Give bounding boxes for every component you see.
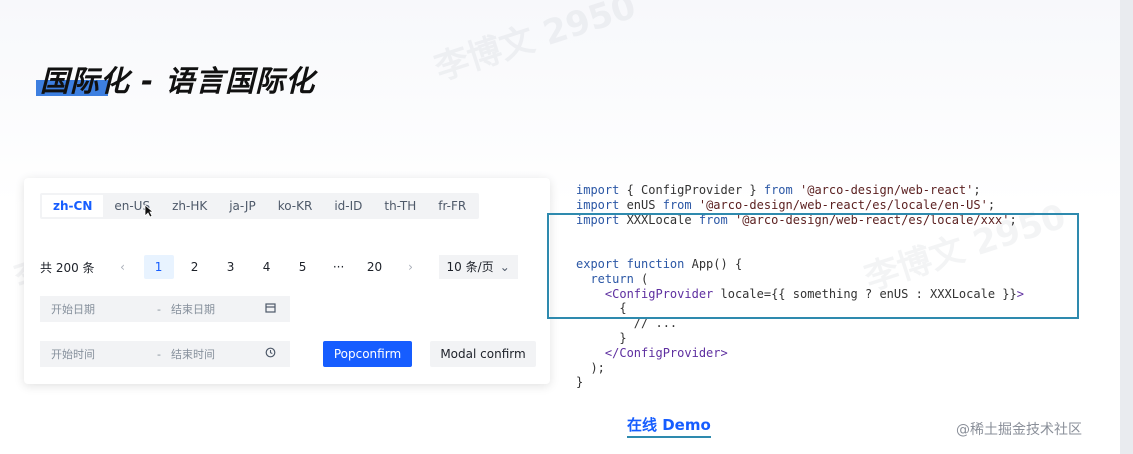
next-page-button[interactable]: ›	[396, 255, 426, 279]
code-token: ;	[973, 183, 981, 197]
page-button[interactable]: 3	[216, 255, 246, 279]
range-separator: -	[157, 302, 161, 316]
page-button[interactable]: 5	[288, 255, 318, 279]
code-line: import enUS from '@arco-design/web-react…	[576, 198, 1024, 213]
page-size-label: 10 条/页	[446, 260, 494, 274]
prev-page-button[interactable]: ‹	[108, 255, 138, 279]
calendar-icon[interactable]	[265, 302, 281, 316]
page-button[interactable]: 20	[360, 255, 390, 279]
code-token: { ConfigProvider }	[619, 183, 764, 197]
popconfirm-button[interactable]: Popconfirm	[323, 341, 412, 367]
range-separator: -	[157, 347, 161, 361]
code-line: import { ConfigProvider } from '@arco-de…	[576, 183, 1024, 198]
pagination-total: 共 200 条	[40, 260, 95, 275]
code-token: }	[576, 330, 627, 345]
code-token: import	[576, 197, 620, 212]
code-token: </ConfigProvider>	[576, 345, 728, 360]
code-line: }	[576, 331, 1024, 346]
language-tab-ko-kr[interactable]: ko-KR	[267, 195, 324, 217]
language-tab-id-id[interactable]: id-ID	[323, 195, 373, 217]
code-line: );	[576, 361, 1024, 376]
demo-card: zh-CN en-US zh-HK ja-JP ko-KR id-ID th-TH fr-FR…	[24, 178, 550, 384]
code-token: import	[576, 183, 620, 197]
code-token: ;	[987, 197, 996, 212]
code-token: from	[763, 183, 793, 197]
online-demo-link[interactable]: 在线 Demo	[627, 414, 711, 438]
start-time-placeholder[interactable]: 开始时间	[51, 346, 147, 362]
page-size-select[interactable]: 10 条/页 ⌄	[438, 255, 518, 279]
date-range-picker[interactable]: 开始日期 - 结束日期	[40, 296, 290, 322]
language-tabs: zh-CN en-US zh-HK ja-JP ko-KR id-ID th-TH fr-FR	[40, 193, 480, 219]
language-tab-zh-cn[interactable]: zh-CN	[42, 195, 104, 217]
code-token: '@arco-design/web-react'	[792, 183, 974, 197]
end-time-placeholder[interactable]: 结束时间	[171, 346, 265, 362]
code-token: );	[576, 360, 605, 375]
slide-title-group: 国际化 - 语言国际化	[36, 58, 316, 100]
code-line: </ConfigProvider>	[576, 346, 1024, 361]
page-button[interactable]: 4	[252, 255, 282, 279]
clock-icon[interactable]	[265, 347, 281, 361]
source-credit: @稀土掘金技术社区	[956, 422, 1082, 438]
end-date-placeholder[interactable]: 结束日期	[171, 301, 265, 317]
start-date-placeholder[interactable]: 开始日期	[51, 301, 147, 317]
code-token: }	[576, 375, 584, 390]
page-button[interactable]: 2	[180, 255, 210, 279]
time-range-picker[interactable]: 开始时间 - 结束时间	[40, 341, 290, 367]
code-highlight-box	[547, 213, 1079, 319]
chevron-down-icon: ⌄	[499, 260, 510, 274]
language-tab-zh-hk[interactable]: zh-HK	[161, 195, 218, 217]
page-button[interactable]: 1	[143, 255, 174, 279]
code-token: '@arco-design/web-react/es/locale/en-US'	[691, 197, 988, 212]
code-line: }	[576, 375, 1024, 390]
language-tab-th-th[interactable]: th-TH	[373, 195, 427, 217]
mouse-cursor-icon	[144, 204, 154, 218]
page-ellipsis[interactable]: ···	[324, 255, 354, 279]
language-tab-fr-fr[interactable]: fr-FR	[427, 195, 477, 217]
modal-confirm-button[interactable]: Modal confirm	[430, 341, 536, 367]
slide-title: 国际化 - 语言国际化	[40, 64, 316, 98]
pagination: 共 200 条 ‹ 1 2 3 4 5 ··· 20 › 10 条/页 ⌄	[40, 254, 518, 280]
code-token: enUS	[619, 197, 663, 212]
language-tab-ja-jp[interactable]: ja-JP	[218, 195, 266, 217]
scroll-strip	[1120, 0, 1133, 454]
code-token: from	[662, 197, 692, 212]
